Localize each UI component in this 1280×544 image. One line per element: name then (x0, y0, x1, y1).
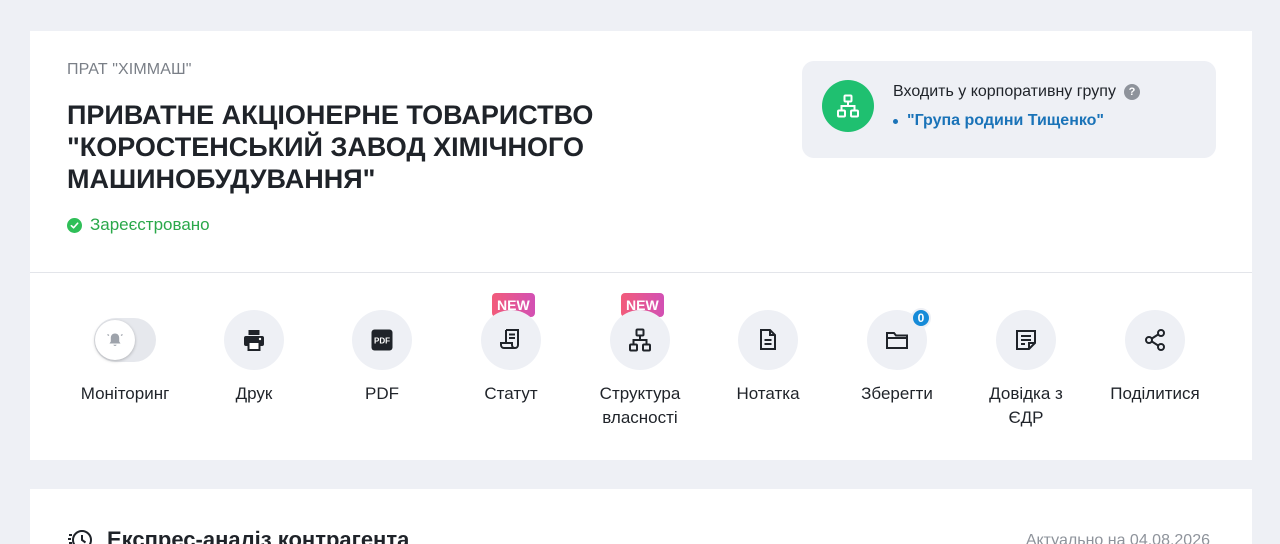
corporate-group-title: Входить у корпоративну групу ? (893, 83, 1140, 101)
actual-date: Актуально на 04.08.2026 (1025, 532, 1210, 544)
pdf-button[interactable]: PDF PDF (318, 293, 446, 406)
save-button[interactable]: 0 Зберегти (833, 293, 961, 406)
statute-icon-circle (481, 310, 541, 370)
note-label: Нотатка (736, 384, 800, 403)
pdf-icon: PDF (371, 329, 393, 351)
note-icon (760, 329, 776, 350)
status-text: Зареєстровано (90, 215, 210, 234)
hierarchy-icon (822, 80, 874, 132)
saved-count-badge: 0 (911, 308, 931, 328)
divider (30, 272, 1252, 273)
share-icon-circle (1125, 310, 1185, 370)
express-analysis-card: Експрес-аналіз контрагента Актуально на … (30, 489, 1252, 544)
hierarchy-icon (629, 328, 651, 352)
corporate-group-link[interactable]: "Група родини Тищенко" (907, 112, 1104, 130)
edr-reference-button[interactable]: Довідка з ЄДР (962, 293, 1090, 430)
ownership-structure-button[interactable]: NEW Структура власності (576, 293, 704, 430)
actions-toolbar: Моніторинг Друк PDF PDF NEW Статут NEW С… (61, 293, 1221, 443)
corporate-group-label: Входить у корпоративну групу (893, 83, 1116, 100)
structure-icon-circle (610, 310, 670, 370)
print-label: Друк (235, 384, 273, 403)
check-circle-icon (67, 217, 82, 233)
company-header-card: ПРАТ "ХІММАШ" ПРИВАТНЕ АКЦІОНЕРНЕ ТОВАРИ… (30, 31, 1252, 460)
statute-button[interactable]: NEW Статут (447, 293, 575, 406)
help-icon[interactable]: ? (1123, 84, 1140, 100)
edr-reference-label: Довідка з ЄДР (989, 384, 1063, 427)
express-analysis-title-text: Експрес-аналіз контрагента (107, 527, 410, 544)
edr-icon-circle (996, 310, 1056, 370)
bullet-icon (893, 118, 898, 124)
corporate-group-box: Входить у корпоративну групу ? "Група ро… (802, 61, 1216, 158)
share-label: Поділитися (1110, 384, 1200, 403)
print-icon-circle (224, 310, 284, 370)
bell-icon (95, 320, 135, 360)
pdf-icon-text: PDF (374, 337, 390, 346)
scroll-icon (500, 329, 519, 349)
statute-label: Статут (484, 384, 538, 403)
monitoring-label: Моніторинг (80, 384, 170, 403)
note-button[interactable]: Нотатка (704, 293, 832, 406)
ownership-structure-label: Структура власності (599, 384, 681, 427)
history-clock-icon (68, 530, 92, 544)
printer-icon (244, 330, 264, 351)
pdf-icon-circle: PDF (352, 310, 412, 370)
document-icon (1016, 330, 1036, 350)
note-icon-circle (738, 310, 798, 370)
status-badge: Зареєстровано (67, 215, 210, 235)
share-icon (1145, 329, 1165, 351)
monitoring-action[interactable]: Моніторинг (61, 293, 189, 406)
share-button[interactable]: Поділитися (1091, 293, 1219, 406)
print-button[interactable]: Друк (190, 293, 318, 406)
monitoring-toggle[interactable] (94, 318, 156, 362)
corporate-group-list-item: "Група родини Тищенко" (893, 112, 1104, 130)
company-full-name: ПРИВАТНЕ АКЦІОНЕРНЕ ТОВАРИСТВО "КОРОСТЕН… (67, 100, 594, 194)
pdf-label: PDF (365, 384, 399, 403)
folder-icon (886, 332, 908, 349)
express-analysis-title: Експрес-аналіз контрагента (67, 526, 409, 544)
company-short-name: ПРАТ "ХІММАШ" (67, 61, 192, 78)
save-icon-circle: 0 (867, 308, 931, 370)
save-label: Зберегти (861, 384, 933, 403)
